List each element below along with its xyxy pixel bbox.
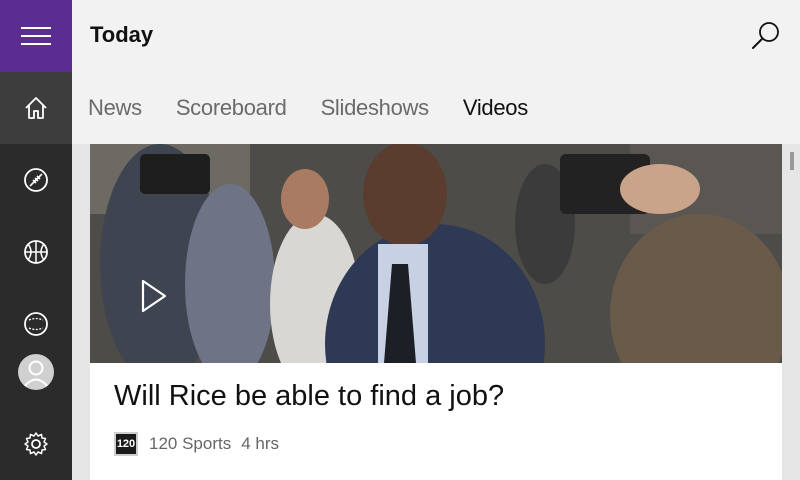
- play-icon[interactable]: [140, 278, 168, 314]
- article-age: 4 hrs: [241, 434, 280, 453]
- video-thumbnail[interactable]: [90, 144, 782, 363]
- tab-videos[interactable]: Videos: [447, 95, 546, 121]
- page-title: Today: [90, 22, 154, 47]
- search-button[interactable]: [748, 18, 784, 54]
- home-icon: [25, 97, 47, 119]
- sidebar-item-football[interactable]: [0, 144, 72, 216]
- tab-scoreboard[interactable]: Scoreboard: [160, 95, 305, 121]
- source-name: 120 Sports: [149, 434, 232, 453]
- video-thumbnail-image: [90, 144, 782, 363]
- article-title[interactable]: Will Rice be able to find a job?: [114, 380, 504, 413]
- video-card[interactable]: Will Rice be able to find a job? 120 120…: [90, 144, 782, 480]
- tab-news[interactable]: News: [72, 95, 160, 121]
- content-area: Will Rice be able to find a job? 120 120…: [72, 144, 800, 480]
- search-icon: [752, 22, 779, 49]
- gear-icon: [24, 432, 48, 456]
- source-logo: 120: [114, 432, 138, 456]
- tab-bar: News Scoreboard Slideshows Videos: [72, 72, 800, 144]
- sidebar-item-basketball[interactable]: [0, 216, 72, 288]
- football-icon: [24, 168, 48, 192]
- tab-slideshows[interactable]: Slideshows: [305, 95, 447, 121]
- menu-button[interactable]: [0, 0, 72, 72]
- sidebar-item-settings[interactable]: [0, 408, 72, 480]
- scrollbar[interactable]: [790, 152, 794, 170]
- sidebar-item-profile[interactable]: [0, 336, 72, 408]
- sidebar-item-home[interactable]: [0, 72, 72, 144]
- avatar: [18, 354, 54, 390]
- person-icon: [23, 360, 49, 388]
- baseball-icon: [24, 312, 48, 336]
- sidebar: [0, 0, 72, 480]
- hamburger-icon: [21, 27, 51, 45]
- header: Today: [72, 0, 800, 72]
- article-meta: 120 120 Sports 4 hrs: [114, 432, 279, 456]
- basketball-icon: [24, 240, 48, 264]
